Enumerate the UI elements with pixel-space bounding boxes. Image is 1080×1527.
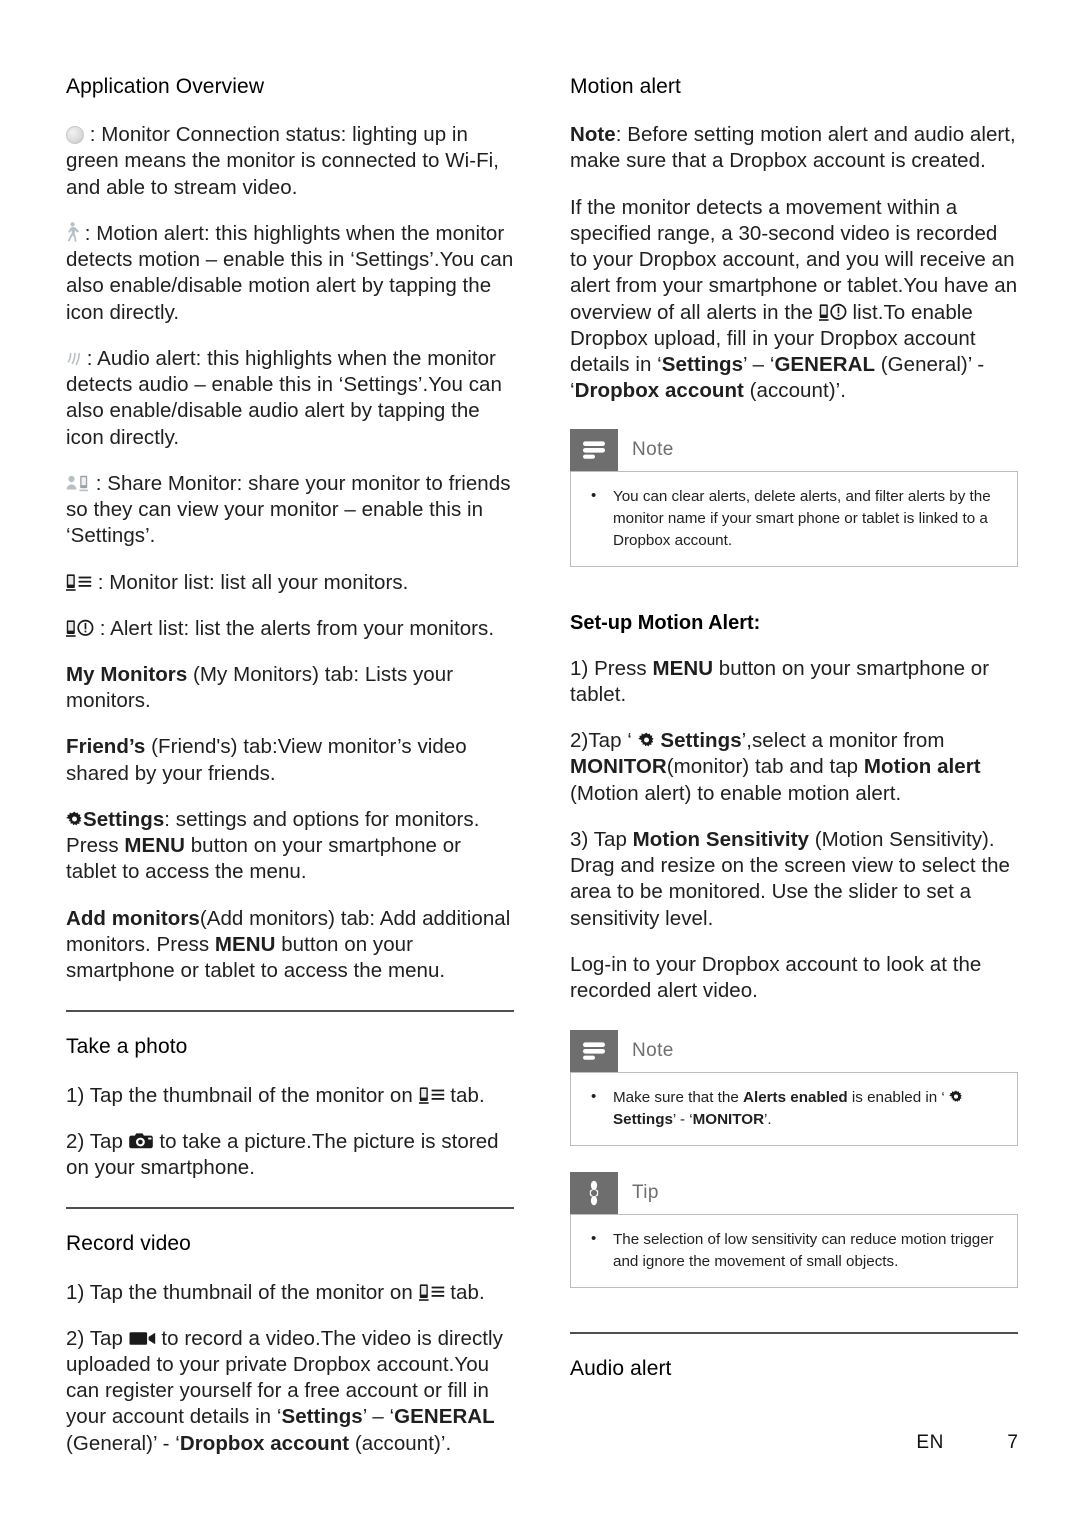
monitor-list-icon: [418, 1283, 445, 1301]
motion-alert-label: Motion alert: [863, 755, 981, 779]
setup-step-1: 1) Press MENU button on your smartphone …: [570, 656, 990, 706]
alerts-enabled-label: Alerts enabled: [743, 1089, 848, 1107]
dropbox-account-label: Dropbox account: [179, 1431, 350, 1455]
motion-alert-heading: Motion alert: [570, 75, 681, 98]
monitor-list-icon: [418, 1086, 445, 1104]
monitor-tab-label: MONITOR: [570, 755, 667, 779]
record-video-step-1: 1) Tap the thumbnail of the monitor on t…: [66, 1280, 485, 1304]
footer-language: EN: [916, 1432, 944, 1453]
alert-list-icon: [66, 619, 94, 637]
callout-header: Tip: [570, 1172, 1018, 1215]
callout-label: Tip: [632, 1182, 659, 1204]
settings-label: Settings: [654, 729, 742, 753]
callout-body: You can clear alerts, delete alerts, and…: [570, 470, 1018, 567]
general-label: GENERAL: [774, 353, 876, 377]
monitor-label: MONITOR: [692, 1111, 765, 1129]
menu-key-label: MENU: [214, 932, 276, 956]
motion-person-icon: [66, 222, 79, 242]
note-icon: [570, 1030, 618, 1073]
setup-step-3: 3) Tap Motion Sensitivity (Motion Sensit…: [570, 827, 1010, 930]
share-monitor-icon: [66, 474, 90, 492]
paragraph-alert-list: : Alert list: list the alerts from your …: [66, 616, 514, 642]
footer-page-number: 7: [1007, 1432, 1018, 1453]
callout-header: Note: [570, 428, 1018, 471]
take-a-photo-step-2: 2) Tap to take a picture.The picture is …: [66, 1129, 499, 1180]
note-icon: [570, 428, 618, 471]
friends-label: Friend’s: [66, 735, 146, 759]
callout-label: Note: [632, 438, 674, 460]
audio-waves-icon: [66, 349, 81, 367]
note-callout-alerts-enabled: Note Make sure that the Alerts enabled i…: [570, 1030, 1018, 1147]
callout-label: Note: [632, 1040, 674, 1062]
camera-icon: [128, 1131, 154, 1150]
list-item: You can clear alerts, delete alerts, and…: [587, 485, 999, 552]
tip-callout-sensitivity: Tip The selection of low sensitivity can…: [570, 1172, 1018, 1289]
settings-label: Settings: [613, 1111, 673, 1129]
add-monitors-label: Add monitors: [66, 906, 200, 930]
record-video-step-2: 2) Tap to record a video.The video is di…: [66, 1326, 503, 1455]
dropbox-account-label: Dropbox account: [574, 379, 744, 403]
list-item: The selection of low sensitivity can red…: [587, 1228, 999, 1273]
page-title: Application Overview: [66, 75, 265, 98]
motion-alert-note-paragraph: Note: Before setting motion alert and au…: [570, 123, 1016, 173]
paragraph-audio-alert: : Audio alert: this highlights when the …: [66, 346, 502, 449]
led-circle-icon: [66, 126, 84, 145]
alert-list-icon: [818, 303, 847, 321]
record-video-heading: Record video: [66, 1232, 191, 1256]
my-monitors-label: My Monitors: [66, 663, 188, 686]
gear-icon: [637, 732, 655, 749]
motion-alert-body-paragraph: If the monitor detects a movement within…: [570, 195, 1018, 403]
monitor-list-icon: [66, 573, 92, 591]
tip-star-icon: [570, 1172, 618, 1215]
paragraph-monitor-list: : Monitor list: list all your monitors.: [66, 570, 514, 596]
settings-label: Settings: [281, 1405, 363, 1429]
take-a-photo-step-1: 1) Tap the thumbnail of the monitor on t…: [66, 1083, 485, 1107]
note-callout-alerts: Note You can clear alerts, delete alerts…: [570, 428, 1018, 567]
paragraph-friends-tab: Friend’s (Friend's) tab:View monitor’s v…: [66, 735, 467, 785]
take-a-photo-heading: Take a photo: [66, 1035, 188, 1059]
settings-label: Settings: [83, 807, 165, 831]
section-divider: [570, 1332, 1018, 1335]
general-label: GENERAL: [394, 1405, 495, 1429]
callout-body: Make sure that the Alerts enabled is ena…: [570, 1072, 1018, 1147]
settings-label: Settings: [661, 353, 744, 377]
note-label: Note: [570, 123, 616, 147]
callout-header: Note: [570, 1030, 1018, 1073]
video-icon: [129, 1330, 156, 1347]
gear-icon: [949, 1090, 963, 1104]
menu-key-label: MENU: [124, 834, 185, 858]
menu-key-label: MENU: [652, 656, 714, 680]
setup-login-paragraph: Log-in to your Dropbox account to look a…: [570, 952, 982, 1003]
gear-icon: [66, 811, 83, 828]
audio-alert-heading: Audio alert: [570, 1357, 672, 1381]
setup-step-2: 2)Tap ‘ Settings’,select a monitor from …: [570, 729, 981, 805]
left-column: Application Overview : Monitor Connectio…: [66, 74, 514, 1457]
section-divider: [66, 1207, 514, 1210]
callout-body: The selection of low sensitivity can red…: [570, 1214, 1018, 1289]
paragraph-motion-alert: : Motion alert: this highlights when the…: [66, 221, 514, 324]
section-divider: [66, 1010, 514, 1013]
paragraph-share-monitor: : Share Monitor: share your monitor to f…: [66, 471, 511, 548]
list-item: Make sure that the Alerts enabled is ena…: [587, 1086, 999, 1131]
motion-sensitivity-label: Motion Sensitivity: [632, 827, 809, 851]
paragraph-led-status: : Monitor Connection status: lighting up…: [66, 123, 499, 199]
paragraph-settings: Settings: settings and options for monit…: [66, 807, 480, 884]
paragraph-my-monitors: My Monitors (My Monitors) tab: Lists you…: [66, 663, 454, 713]
page-footer: EN 7: [570, 1432, 1018, 1460]
right-column: Motion alert Note: Before setting motion…: [570, 74, 1018, 1405]
setup-motion-alert-heading: Set-up Motion Alert:: [570, 611, 761, 634]
paragraph-add-monitors: Add monitors(Add monitors) tab: Add addi…: [66, 906, 511, 983]
manual-page: Application Overview : Monitor Connectio…: [0, 0, 1080, 1527]
